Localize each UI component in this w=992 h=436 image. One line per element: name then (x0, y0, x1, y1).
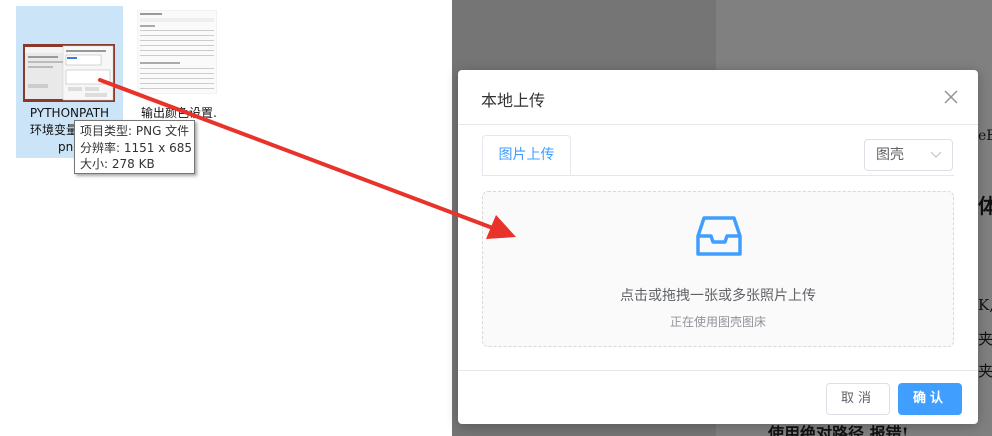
upload-dropzone[interactable]: 点击或拖拽一张或多张照片上传 正在使用图壳图床 (482, 191, 954, 347)
bg-text: eE (978, 128, 992, 144)
cancel-button[interactable]: 取消 (826, 383, 890, 415)
tooltip-resolution: 分辨率: 1151 x 685 (80, 140, 193, 155)
confirm-button[interactable]: 确认 (898, 383, 962, 415)
dialog-header: 本地上传 (458, 70, 978, 125)
file-explorer-pane: PYTHONPATH 环境变量 png 输出颜色设置. 项目类型: PNG 文件… (0, 0, 452, 436)
bg-text: 夹中 (978, 330, 992, 348)
file-label-line1: 输出颜色设置. (141, 106, 217, 120)
file-item-output-color[interactable]: 输出颜色设置. (131, 6, 223, 124)
file-tooltip: 项目类型: PNG 文件 分辨率: 1151 x 685 大小: 278 KB (74, 120, 195, 174)
tooltip-type: 项目类型: PNG 文件 (80, 124, 190, 138)
bg-text: K, (978, 296, 992, 314)
tooltip-size: 大小: 278 KB (80, 157, 155, 171)
image-host-select[interactable]: 图壳 (864, 139, 953, 171)
inbox-icon (696, 216, 742, 256)
image-host-value: 图壳 (876, 147, 904, 163)
dropzone-text: 点击或拖拽一张或多张照片上传 (620, 288, 816, 304)
bg-text: 夹中 (978, 362, 992, 380)
bg-text: 体 (978, 194, 992, 218)
file-thumbnail (137, 10, 217, 94)
close-icon (944, 90, 958, 104)
close-button[interactable] (941, 87, 961, 107)
chevron-down-icon (930, 140, 942, 181)
file-thumbnail (23, 44, 115, 102)
dialog-footer: 取消 确认 (458, 370, 978, 425)
local-upload-dialog: 本地上传 图片上传 图壳 点击或拖拽一张或多张照片上传 正在使用图壳图床 取消 … (458, 70, 978, 424)
file-label-line1: PYTHONPATH (29, 106, 110, 120)
dialog-title: 本地上传 (481, 91, 546, 110)
dropzone-subtext: 正在使用图壳图床 (669, 315, 766, 329)
tab-image-upload[interactable]: 图片上传 (482, 135, 571, 175)
